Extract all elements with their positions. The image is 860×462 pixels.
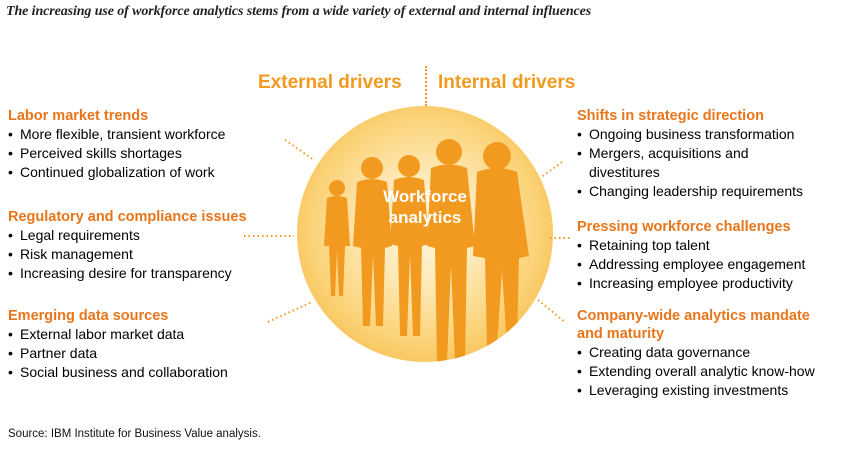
group-regulatory-compliance: Regulatory and compliance issues Legal r… [8, 208, 247, 283]
connector-analytics-mandate [537, 299, 566, 323]
source-note: Source: IBM Institute for Business Value… [8, 428, 261, 440]
group-title: Company-wide analytics mandate and matur… [577, 308, 810, 342]
list-item: Addressing employee engagement [577, 255, 805, 274]
list-item: Social business and collaboration [8, 363, 228, 382]
list-item: Perceived skills shortages [8, 144, 225, 163]
group-title: Emerging data sources [8, 308, 169, 324]
list-item: Risk management [8, 245, 247, 264]
group-emerging-data-sources: Emerging data sources External labor mar… [8, 307, 228, 382]
group-title: Regulatory and compliance issues [8, 209, 247, 225]
list-item: Mergers, acquisitions and divestitures [577, 144, 779, 182]
list-item: External labor market data [8, 325, 228, 344]
list-item: Changing leadership requirements [577, 182, 847, 201]
list-item: Legal requirements [8, 226, 247, 245]
list-item: More flexible, transient workforce [8, 125, 225, 144]
connector-strategic [539, 161, 563, 179]
group-analytics-mandate: Company-wide analytics mandate and matur… [577, 307, 847, 400]
list-item: Retaining top talent [577, 236, 805, 255]
list-item: Ongoing business transformation [577, 125, 847, 144]
group-title: Labor market trends [8, 108, 149, 124]
list-item: Continued globalization of work [8, 163, 225, 182]
group-labor-market-trends: Labor market trends More flexible, trans… [8, 107, 225, 182]
list-item: Increasing employee productivity [577, 274, 805, 293]
connector-data-sources [267, 301, 313, 323]
group-strategic-direction: Shifts in strategic direction Ongoing bu… [577, 107, 847, 201]
list-item: Extending overall analytic know-how [577, 362, 847, 381]
list-item: Partner data [8, 344, 228, 363]
list-item: Increasing desire for transparency [8, 264, 247, 283]
list-item: Creating data governance [577, 343, 847, 362]
connector-labor-market [284, 139, 315, 161]
group-title: Pressing workforce challenges [577, 219, 791, 235]
group-workforce-challenges: Pressing workforce challenges Retaining … [577, 218, 805, 293]
group-title: Shifts in strategic direction [577, 108, 764, 124]
list-item: Leveraging existing investments [577, 381, 847, 400]
